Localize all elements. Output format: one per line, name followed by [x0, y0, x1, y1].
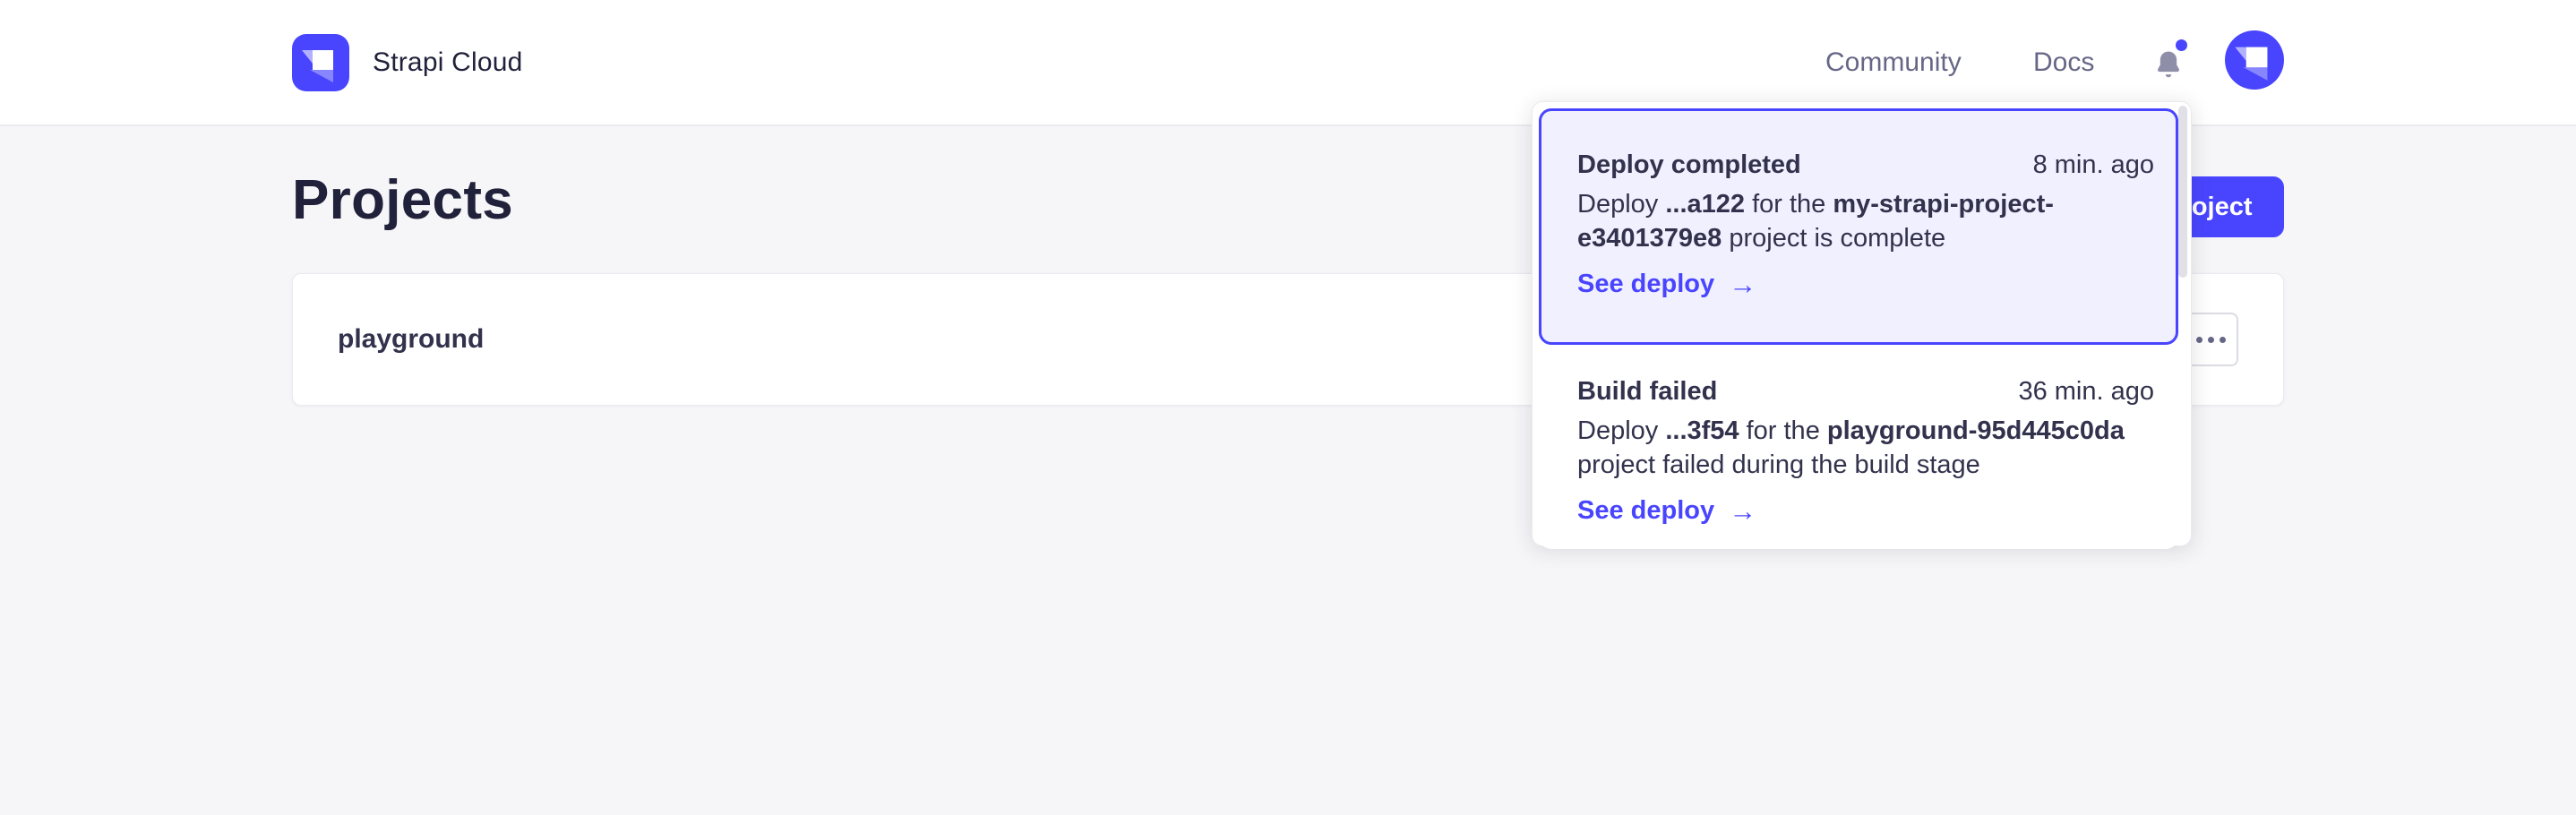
notification-timestamp: 36 min. ago [2018, 377, 2154, 407]
panel-scrollbar-thumb[interactable] [2178, 106, 2187, 278]
notification-body: Deploy ...3f54 for the playground-95d445… [1577, 414, 2154, 482]
notifications-dropdown: Deploy completed 8 min. ago Deploy ...a1… [1532, 101, 2192, 546]
project-more-options-button[interactable] [2184, 313, 2238, 366]
ellipsis-icon [2196, 337, 2202, 343]
page-title: Projects [292, 168, 513, 232]
unread-indicator-dot [2176, 39, 2187, 51]
notification-body: Deploy ...a122 for the my-strapi-project… [1577, 187, 2154, 255]
notification-timestamp: 8 min. ago [2033, 150, 2154, 180]
user-avatar[interactable] [2225, 30, 2284, 90]
see-deploy-link[interactable]: See deploy → [1577, 270, 1756, 299]
see-deploy-link[interactable]: See deploy → [1577, 496, 1756, 526]
project-name: playground [338, 324, 484, 355]
brand-name: Strapi Cloud [373, 47, 523, 78]
arrow-right-icon: → [1729, 497, 1756, 525]
bell-icon [2151, 47, 2185, 83]
notifications-bell-button[interactable] [2146, 39, 2193, 88]
brand[interactable]: Strapi Cloud [292, 34, 523, 91]
notification-item-build-failed[interactable]: Build failed 36 min. ago Deploy ...3f54 … [1539, 350, 2178, 549]
strapi-logo-icon [292, 34, 349, 91]
notification-title: Deploy completed [1577, 150, 1801, 180]
notification-item-deploy-completed[interactable]: Deploy completed 8 min. ago Deploy ...a1… [1539, 108, 2178, 345]
arrow-right-icon: → [1729, 270, 1756, 298]
notification-title: Build failed [1577, 377, 1717, 407]
strapi-avatar-icon [2225, 30, 2284, 90]
